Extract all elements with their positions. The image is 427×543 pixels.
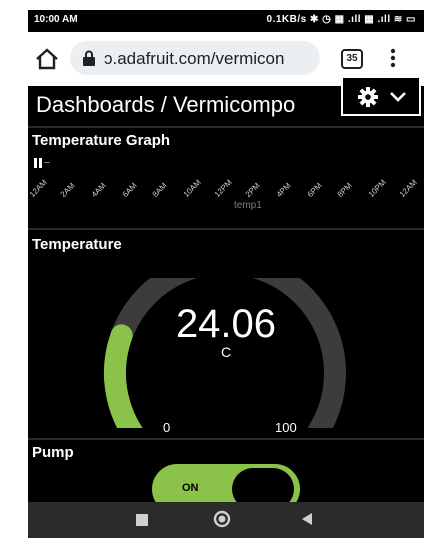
chevron-down-icon bbox=[390, 92, 406, 102]
graph-x-tick-label: 8AM bbox=[150, 181, 169, 199]
graph-x-tick-label: 12PM bbox=[212, 177, 234, 199]
settings-dropdown-button[interactable] bbox=[341, 76, 421, 116]
graph-title: Temperature Graph bbox=[32, 132, 171, 149]
divider bbox=[28, 126, 424, 128]
graph-x-tick-label: 2PM bbox=[243, 181, 262, 199]
graph-x-tick-label: 10AM bbox=[181, 177, 203, 199]
graph-x-tick-label: 10PM bbox=[366, 177, 388, 199]
page-title: Dashboards / Vermicompo bbox=[36, 92, 296, 117]
divider bbox=[28, 228, 424, 230]
system-navigation-bar bbox=[28, 502, 424, 538]
menu-kebab-icon[interactable] bbox=[390, 48, 396, 68]
graph-x-tick-label: 12AM bbox=[28, 177, 49, 199]
home-icon[interactable] bbox=[34, 46, 60, 72]
address-bar[interactable]: ɔ.adafruit.com/vermicon bbox=[70, 41, 320, 75]
gear-icon bbox=[358, 87, 378, 107]
graph-x-tick-label: 12AM bbox=[397, 177, 419, 199]
graph-x-tick-label: 8PM bbox=[335, 181, 354, 199]
graph-x-axis: 12AM 2AM 4AM 6AM 8AM 10AM 12PM 2PM 4PM 6PM 8PM 10PM… bbox=[28, 168, 424, 206]
gauge-max-label: 100 bbox=[275, 420, 297, 435]
lock-icon bbox=[83, 50, 95, 66]
back-triangle-icon[interactable] bbox=[300, 512, 314, 526]
status-time: 10:00 AM bbox=[34, 14, 78, 25]
tab-switcher-button[interactable]: 35 bbox=[341, 49, 363, 69]
graph-x-tick-label: 4PM bbox=[274, 181, 293, 199]
divider bbox=[28, 438, 424, 440]
recents-square-icon[interactable] bbox=[136, 514, 148, 526]
graph-x-tick-label: 4AM bbox=[89, 181, 108, 199]
gauge-unit: C bbox=[220, 344, 232, 360]
gauge-value: 24.06 bbox=[175, 302, 277, 346]
gauge-title: Temperature bbox=[32, 236, 122, 253]
graph-legend: temp1 bbox=[234, 200, 262, 211]
gauge-min-label: 0 bbox=[163, 420, 171, 435]
graph-x-tick-label: 6PM bbox=[305, 181, 324, 199]
url-text: ɔ.adafruit.com/vermicon bbox=[104, 49, 285, 68]
graph-x-tick-label: 2AM bbox=[58, 181, 77, 199]
status-icons: 0.1KB/s ✱ ◷ ▦ .ıll ▦ .ıll ≋ ▭ bbox=[266, 14, 416, 25]
status-bar: 10:00 AM 0.1KB/s ✱ ◷ ▦ .ıll ▦ .ıll ≋ ▭ bbox=[28, 10, 424, 32]
pump-title: Pump bbox=[32, 444, 74, 461]
phone-screen: 10:00 AM 0.1KB/s ✱ ◷ ▦ .ıll ▦ .ıll ≋ ▭ ɔ… bbox=[28, 10, 424, 538]
graph-x-tick-label: 6AM bbox=[120, 181, 139, 199]
home-circle-icon[interactable] bbox=[213, 510, 231, 528]
pump-toggle-label: ON bbox=[182, 482, 199, 494]
